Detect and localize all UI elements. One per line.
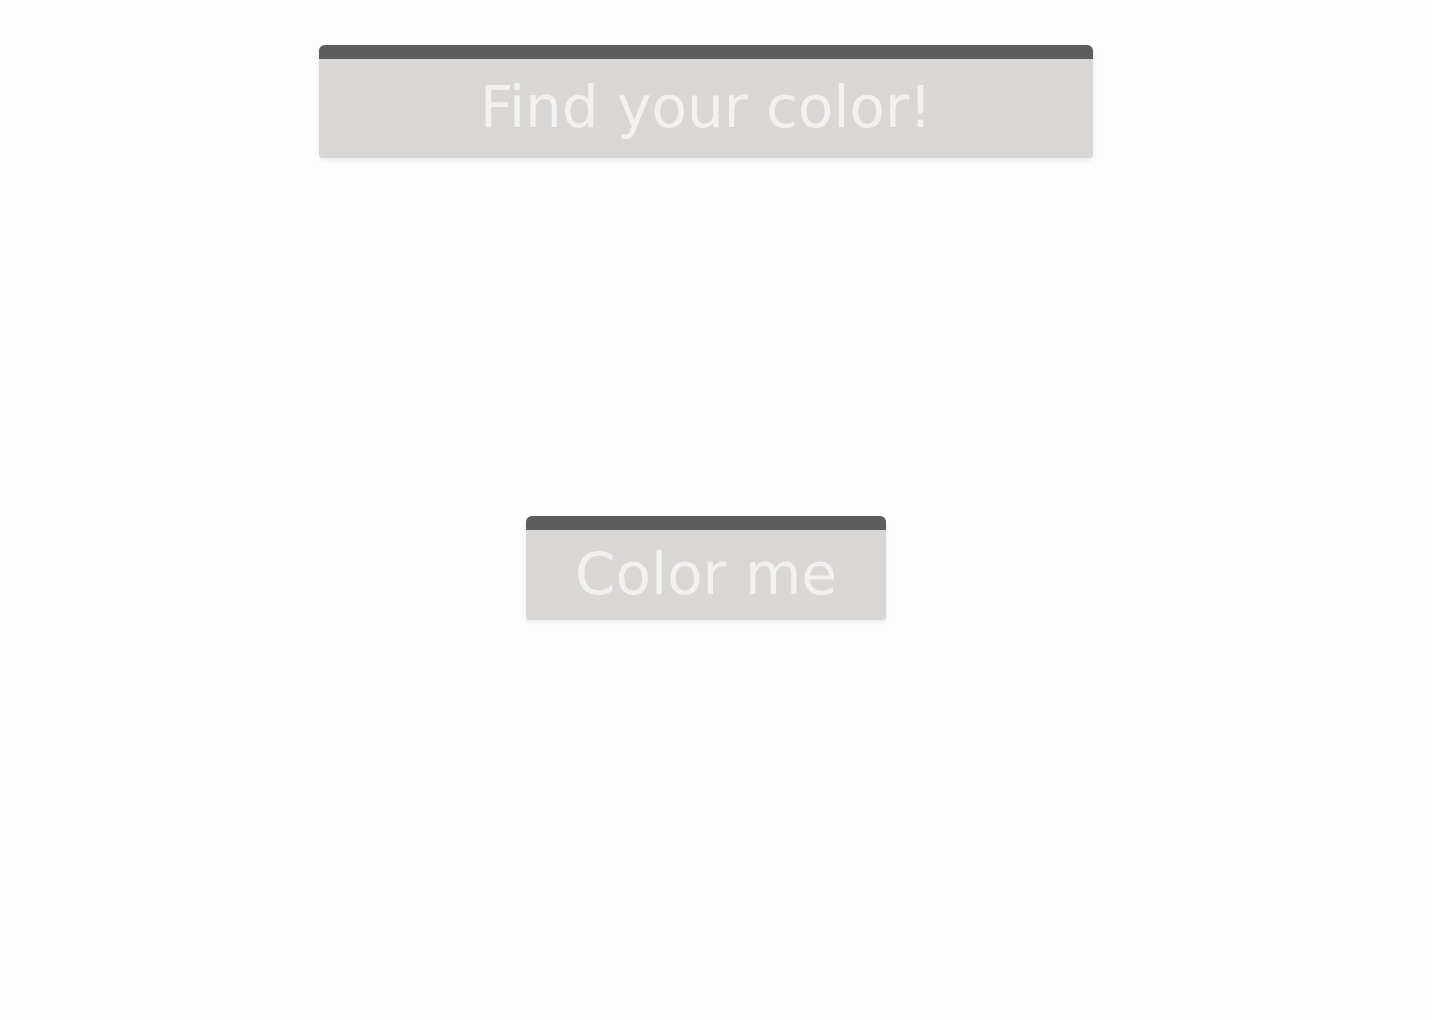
color-me-button[interactable]: Color me <box>526 516 886 620</box>
page-title: Find your color! <box>479 72 933 141</box>
title-banner: Find your color! <box>319 45 1093 158</box>
page: Find your color! Color me <box>0 0 1432 1020</box>
color-me-button-top-bar <box>526 516 886 530</box>
title-banner-top-bar <box>319 45 1093 59</box>
color-me-button-label: Color me <box>574 540 838 608</box>
